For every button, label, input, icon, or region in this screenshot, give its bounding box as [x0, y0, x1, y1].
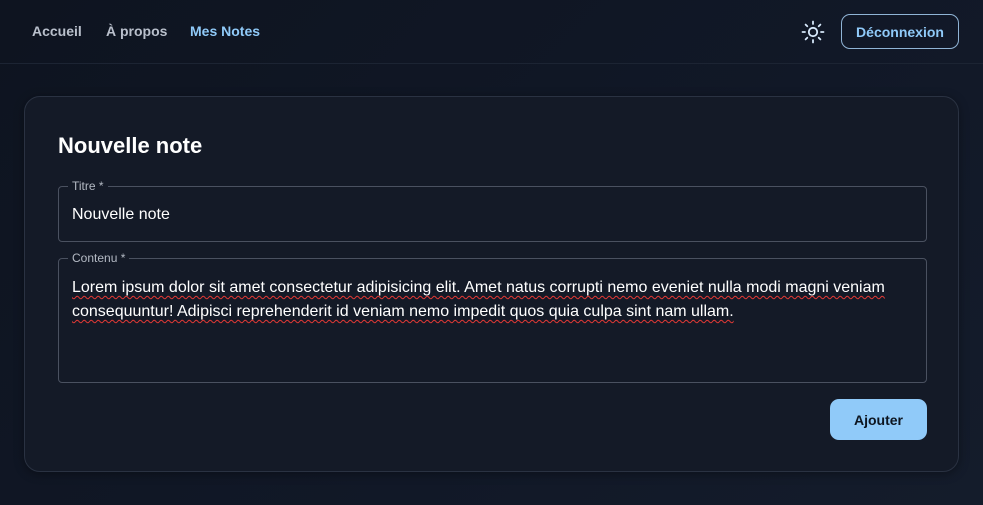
nav-link-accueil[interactable]: Accueil — [32, 22, 82, 40]
title-field[interactable]: Titre * Nouvelle note — [58, 179, 927, 242]
new-note-card: Nouvelle note Titre * Nouvelle note Cont… — [24, 96, 959, 472]
content-textarea[interactable]: Lorem ipsum dolor sit amet consectetur a… — [72, 276, 914, 324]
page-title: Nouvelle note — [58, 133, 203, 158]
sun-icon — [801, 20, 825, 44]
content-field[interactable]: Contenu * Lorem ipsum dolor sit amet con… — [58, 251, 927, 383]
nav-link-mes-notes[interactable]: Mes Notes — [190, 22, 260, 40]
add-note-button[interactable]: Ajouter — [830, 399, 927, 440]
nav-link-a-propos[interactable]: À propos — [106, 22, 167, 40]
logout-button[interactable]: Déconnexion — [841, 14, 959, 49]
top-navigation-bar: Accueil À propos Mes Notes Déconnexion — [0, 0, 983, 64]
title-field-label: Titre * — [68, 179, 108, 193]
theme-toggle-button[interactable] — [800, 19, 826, 45]
content-field-label: Contenu * — [68, 251, 130, 265]
title-input[interactable]: Nouvelle note — [72, 205, 913, 225]
